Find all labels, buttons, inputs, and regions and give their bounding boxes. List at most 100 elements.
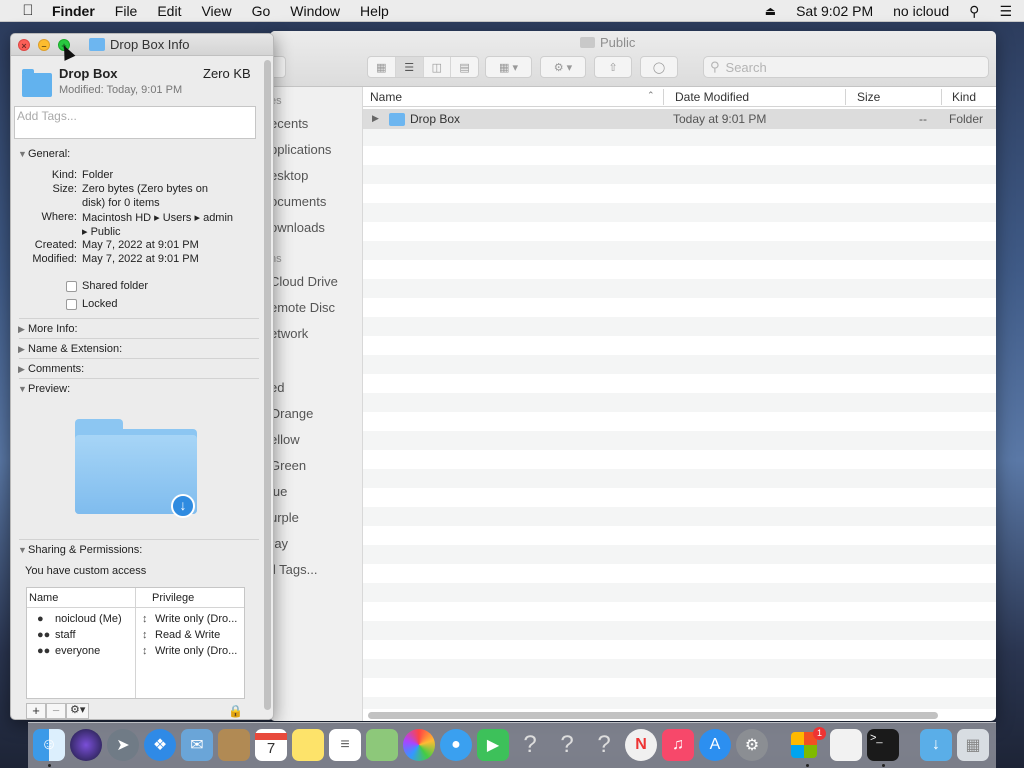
- mail-icon[interactable]: ✉: [181, 729, 213, 761]
- perm-privilege[interactable]: Write only (Dro...: [155, 645, 237, 657]
- perm-column-privilege[interactable]: Privilege: [152, 592, 194, 604]
- locked-checkbox[interactable]: [66, 299, 77, 310]
- menu-finder[interactable]: Finder: [52, 3, 95, 19]
- trash-icon[interactable]: ▦: [957, 729, 989, 761]
- perm-column-name[interactable]: Name: [29, 592, 58, 604]
- list-view-icon[interactable]: ☰: [395, 57, 424, 77]
- table-row[interactable]: ●● everyone ↕ Write only (Dro...: [27, 644, 244, 660]
- table-row[interactable]: ●● staff ↕ Read & Write: [27, 628, 244, 644]
- minimize-button[interactable]: –: [38, 39, 50, 51]
- sidebar-item-documents[interactable]: ocuments: [270, 194, 326, 209]
- news-icon[interactable]: N: [625, 729, 657, 761]
- search-input[interactable]: ⚲ Search: [703, 56, 989, 78]
- unknown-icon[interactable]: ?: [514, 729, 546, 761]
- sidebar-item-recents[interactable]: ecents: [270, 116, 308, 131]
- photos-icon[interactable]: [403, 729, 435, 761]
- menu-edit[interactable]: Edit: [157, 3, 181, 19]
- table-row[interactable]: ▶ Drop Box Today at 9:01 PM -- Folder: [363, 109, 996, 129]
- menu-help[interactable]: Help: [360, 3, 389, 19]
- downloads-folder-icon[interactable]: ↓: [920, 729, 952, 761]
- privilege-stepper-icon[interactable]: ↕: [142, 613, 148, 625]
- lock-icon[interactable]: 🔒: [228, 704, 243, 718]
- sidebar-item-icloud-drive[interactable]: Cloud Drive: [270, 274, 338, 289]
- gallery-view-icon[interactable]: ▤: [451, 57, 478, 77]
- menu-file[interactable]: File: [115, 3, 138, 19]
- sidebar-item-network[interactable]: etwork: [270, 326, 308, 341]
- perm-privilege[interactable]: Read & Write: [155, 629, 220, 641]
- sidebar-item-downloads[interactable]: ownloads: [270, 220, 325, 235]
- icon-view-icon[interactable]: ▦: [368, 57, 396, 77]
- privilege-stepper-icon[interactable]: ↕: [142, 645, 148, 657]
- modified-value: May 7, 2022 at 9:01 PM: [82, 253, 199, 265]
- everyone-icon: ●●: [37, 645, 51, 657]
- sidebar-item-orange[interactable]: Orange: [270, 406, 313, 421]
- column-header-name[interactable]: Name: [370, 90, 402, 104]
- messages-icon[interactable]: ●: [440, 729, 472, 761]
- sidebar-item-desktop[interactable]: esktop: [270, 168, 308, 183]
- unknown-icon[interactable]: ?: [588, 729, 620, 761]
- app-store-icon[interactable]: A: [699, 729, 731, 761]
- section-sharing-permissions[interactable]: ▼Sharing & Permissions:: [18, 544, 142, 556]
- safari-icon[interactable]: ❖: [144, 729, 176, 761]
- reminders-icon[interactable]: ≡: [329, 729, 361, 761]
- section-comments[interactable]: ▶ Comments:: [18, 363, 84, 375]
- sidebar-item-yellow[interactable]: ellow: [270, 432, 300, 447]
- vertical-scrollbar[interactable]: [264, 60, 271, 710]
- tags-input[interactable]: Add Tags...: [14, 106, 256, 139]
- share-icon[interactable]: ⇧: [594, 56, 632, 78]
- menubar-clock[interactable]: Sat 9:02 PM: [796, 3, 873, 19]
- notification-center-icon[interactable]: ☰: [999, 3, 1012, 20]
- section-general-label: General:: [28, 148, 71, 160]
- textedit-icon[interactable]: [830, 729, 862, 761]
- gear-icon[interactable]: ⚙▾: [66, 703, 90, 719]
- table-row[interactable]: ● noicloud (Me) ↕ Write only (Dro...: [27, 612, 244, 628]
- calendar-icon[interactable]: 7: [255, 729, 287, 761]
- apple-icon[interactable]: : [18, 2, 38, 19]
- menubar-user[interactable]: no icloud: [893, 3, 949, 19]
- music-icon[interactable]: ♫: [662, 729, 694, 761]
- shared-folder-checkbox[interactable]: [66, 281, 77, 292]
- section-preview[interactable]: ▼Preview:: [18, 383, 70, 395]
- column-header-kind[interactable]: Kind: [952, 90, 976, 104]
- facetime-icon[interactable]: ▶: [477, 729, 509, 761]
- close-button[interactable]: ×: [18, 39, 30, 51]
- launchpad-icon[interactable]: ➤: [107, 729, 139, 761]
- column-header-size[interactable]: Size: [857, 90, 880, 104]
- horizontal-scrollbar[interactable]: [368, 712, 938, 719]
- sidebar-item-all-tags[interactable]: ll Tags...: [270, 562, 317, 577]
- menu-view[interactable]: View: [201, 3, 231, 19]
- section-name-extension[interactable]: ▶ Name & Extension:: [18, 343, 122, 355]
- eject-icon[interactable]: ⏏: [765, 4, 776, 18]
- action-gear-icon[interactable]: ⚙ ▾: [540, 56, 586, 78]
- modified-label: Modified:: [32, 253, 77, 265]
- add-user-button[interactable]: +: [26, 703, 46, 719]
- menu-go[interactable]: Go: [252, 3, 271, 19]
- group-by-button[interactable]: ▦ ▾: [485, 56, 532, 78]
- shared-folder-label: Shared folder: [82, 280, 149, 292]
- sidebar-item-purple[interactable]: urple: [270, 510, 299, 525]
- sidebar-item-remote-disc[interactable]: emote Disc: [270, 300, 335, 315]
- system-preferences-icon[interactable]: ⚙: [736, 729, 768, 761]
- menu-window[interactable]: Window: [290, 3, 340, 19]
- sidebar-item-green[interactable]: Green: [270, 458, 306, 473]
- sidebar-item-applications[interactable]: pplications: [270, 142, 331, 157]
- privilege-stepper-icon[interactable]: ↕: [142, 629, 148, 641]
- unknown-icon[interactable]: ?: [551, 729, 583, 761]
- column-view-icon[interactable]: ◫: [424, 57, 452, 77]
- info-title-text: Drop Box Info: [110, 37, 190, 52]
- siri-icon[interactable]: [70, 729, 102, 761]
- section-more-info[interactable]: ▶ More Info:: [18, 323, 78, 335]
- contacts-icon[interactable]: [218, 729, 250, 761]
- maps-icon[interactable]: [366, 729, 398, 761]
- terminal-icon[interactable]: >_: [867, 729, 899, 761]
- notes-icon[interactable]: [292, 729, 324, 761]
- remove-user-button[interactable]: −: [46, 703, 66, 719]
- disclosure-triangle-icon[interactable]: ▶: [372, 113, 379, 124]
- perm-privilege[interactable]: Write only (Dro...: [155, 613, 237, 625]
- column-header-date-modified[interactable]: Date Modified: [675, 90, 749, 104]
- spotlight-search-icon[interactable]: ⚲: [969, 3, 979, 20]
- tag-icon[interactable]: ◯: [640, 56, 678, 78]
- section-general[interactable]: ▼General:: [18, 148, 70, 160]
- finder-icon[interactable]: ☺: [33, 729, 65, 761]
- disclosure-right-icon: ▶: [18, 324, 25, 334]
